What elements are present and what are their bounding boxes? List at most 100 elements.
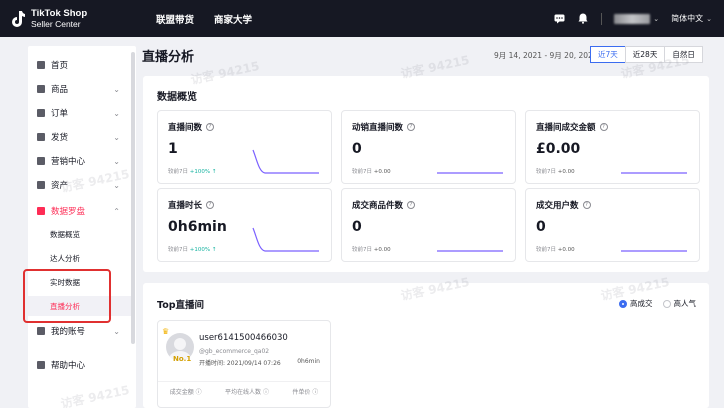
sidebar-item-data-compass[interactable]: 数据罗盘 ⌃ <box>28 200 136 222</box>
trend-sparkline <box>437 250 503 252</box>
bell-icon[interactable] <box>577 13 589 25</box>
metric-compare-label: 较前7日 <box>536 169 556 175</box>
metric-gmv-label: 成交金额 ⓘ <box>169 389 202 396</box>
metric-compare-label: 较前7日 <box>168 247 188 253</box>
help-icon[interactable]: ? <box>582 201 591 209</box>
sidebar-item-help[interactable]: 帮助中心 <box>28 354 136 376</box>
trend-sparkline <box>621 172 687 174</box>
range-7d-button[interactable]: 近7天 <box>590 46 626 63</box>
radio-label: 高人气 <box>673 299 697 308</box>
crown-icon: ♛ <box>162 327 170 336</box>
metric-avg-online-label: 平均在线人数 ⓘ <box>225 389 269 396</box>
sidebar-item-account[interactable]: 我的账号 ⌄ <box>28 320 136 342</box>
metric-compare-label: 较前7日 <box>352 169 372 175</box>
logo-line2: Seller Center <box>31 18 81 29</box>
help-icon[interactable]: ? <box>206 123 215 131</box>
metric-compare-label: 较前7日 <box>352 247 372 253</box>
sidebar: 首页 商品 ⌄ 订单 ⌄ 发货 ⌄ 营销中心 ⌄ 资产 ⌄ 数据罗盘 ⌃ 数据概… <box>28 46 136 408</box>
sidebar-item-products[interactable]: 商品 ⌄ <box>28 78 136 100</box>
sidebar-scrollbar[interactable] <box>131 52 135 344</box>
page-title: 直播分析 <box>142 50 195 65</box>
metric-card-live-duration[interactable]: 直播时长? 0h6min 较前7日 +100% ↑ <box>157 188 332 262</box>
avatar <box>614 13 651 24</box>
sidebar-item-label: 首页 <box>51 61 69 71</box>
metric-card-gmv[interactable]: 直播间成交金额? £0.00 较前7日 +0.00 <box>525 110 700 184</box>
tiktok-shop-logo[interactable]: TikTok Shop Seller Center <box>10 8 140 29</box>
message-icon[interactable] <box>553 13 565 25</box>
trend-sparkline <box>252 227 319 252</box>
metric-label: 直播间成交金额 <box>536 123 596 133</box>
metric-card-items-sold[interactable]: 成交商品件数? 0 较前7日 +0.00 <box>341 188 516 262</box>
sidebar-item-label: 订单 <box>51 109 69 119</box>
sidebar-item-home[interactable]: 首页 <box>28 54 136 76</box>
help-icon[interactable]: ? <box>407 123 416 131</box>
tiktok-logo-icon <box>10 10 26 28</box>
metric-compare-value: +0.00 <box>557 247 575 253</box>
metric-card-buyers[interactable]: 成交用户数? 0 较前7日 +0.00 <box>525 188 700 262</box>
sidebar-item-marketing[interactable]: 营销中心 ⌄ <box>28 150 136 172</box>
metric-value: 0h6min <box>168 219 227 235</box>
chevron-down-icon: ⌄ <box>706 14 712 23</box>
streamer-metrics: 成交金额 ⓘ 平均在线人数 ⓘ 件单价 ⓘ <box>158 381 330 396</box>
trend-sparkline <box>437 172 503 174</box>
marketing-icon <box>37 157 45 165</box>
top-bar: TikTok Shop Seller Center 联盟带货 商家大学 ⌄ 简体… <box>0 0 724 37</box>
streamer-name: user6141500466030 <box>199 333 288 343</box>
metric-compare-value: +0.00 <box>373 247 391 253</box>
live-start-time: 开播时间: 2021/09/14 07:26 <box>199 360 281 367</box>
help-icon <box>37 361 45 369</box>
nav-merchant-university[interactable]: 商家大学 <box>214 12 252 26</box>
radio-label: 高成交 <box>630 299 653 308</box>
range-28d-button[interactable]: 近28天 <box>624 46 666 63</box>
language-label: 简体中文 <box>671 14 704 23</box>
sidebar-item-shipping[interactable]: 发货 ⌄ <box>28 126 136 148</box>
help-icon[interactable]: ? <box>407 201 416 209</box>
assets-icon <box>37 181 45 189</box>
chevron-up-icon: ⌃ <box>113 206 120 216</box>
help-icon[interactable]: ? <box>599 123 608 131</box>
help-icon[interactable]: ? <box>206 201 215 209</box>
top-live-rooms-title: Top直播间 <box>157 300 205 311</box>
metric-value: 0 <box>352 141 362 157</box>
metric-card-live-rooms[interactable]: 直播间数? 1 较前7日 +100% ↑ <box>157 110 332 184</box>
language-switcher[interactable]: 简体中文 ⌄ <box>671 13 712 24</box>
metric-unit-price-label: 件单价 ⓘ <box>292 389 319 396</box>
metric-compare-label: 较前7日 <box>536 247 556 253</box>
sidebar-item-label: 发货 <box>51 133 69 143</box>
streamer-handle: @gb_ecommerce_qa02 <box>199 348 270 355</box>
sidebar-item-label: 我的账号 <box>51 327 86 337</box>
metric-value: £0.00 <box>536 141 581 157</box>
sidebar-item-label: 营销中心 <box>51 157 86 167</box>
user-menu[interactable]: ⌄ <box>614 13 659 24</box>
account-icon <box>37 327 45 335</box>
arrow-up-icon: ↑ <box>210 169 217 175</box>
nav-affiliate[interactable]: 联盟带货 <box>156 12 194 26</box>
date-range-buttons: 近7天 近28天 自然日 <box>590 46 703 63</box>
metric-label: 成交商品件数 <box>352 201 404 211</box>
sort-high-popularity-radio[interactable]: 高人气 <box>662 298 697 309</box>
sidebar-item-label: 帮助中心 <box>51 361 86 371</box>
shipping-icon <box>37 133 45 141</box>
metric-label: 直播间数 <box>168 123 203 133</box>
range-natural-day-button[interactable]: 自然日 <box>664 46 703 63</box>
metric-card-selling-rooms[interactable]: 动销直播间数? 0 较前7日 +0.00 <box>341 110 516 184</box>
metric-value: 1 <box>168 141 178 157</box>
metric-value: 0 <box>536 219 546 235</box>
top-nav: 联盟带货 商家大学 <box>156 12 252 26</box>
metric-label: 直播时长 <box>168 201 203 211</box>
arrow-up-icon: ↑ <box>210 247 217 253</box>
divider <box>601 12 603 25</box>
sidebar-subitem-data-overview[interactable]: 数据概览 <box>28 224 132 244</box>
sidebar-item-label: 商品 <box>51 85 69 95</box>
chevron-down-icon: ⌄ <box>113 84 120 94</box>
chevron-down-icon: ⌄ <box>113 132 120 142</box>
radio-dot <box>662 299 671 308</box>
top-streamer-card[interactable]: ♛ No.1 user6141500466030 @gb_ecommerce_q… <box>157 320 331 408</box>
radio-dot <box>619 299 627 308</box>
sort-high-sales-radio[interactable]: 高成交 <box>619 298 653 309</box>
product-icon <box>37 85 45 93</box>
sidebar-subitem-creator-analysis[interactable]: 达人分析 <box>28 248 132 268</box>
sidebar-item-orders[interactable]: 订单 ⌄ <box>28 102 136 124</box>
chevron-down-icon: ⌄ <box>113 180 120 190</box>
sidebar-item-assets[interactable]: 资产 ⌄ <box>28 174 136 196</box>
